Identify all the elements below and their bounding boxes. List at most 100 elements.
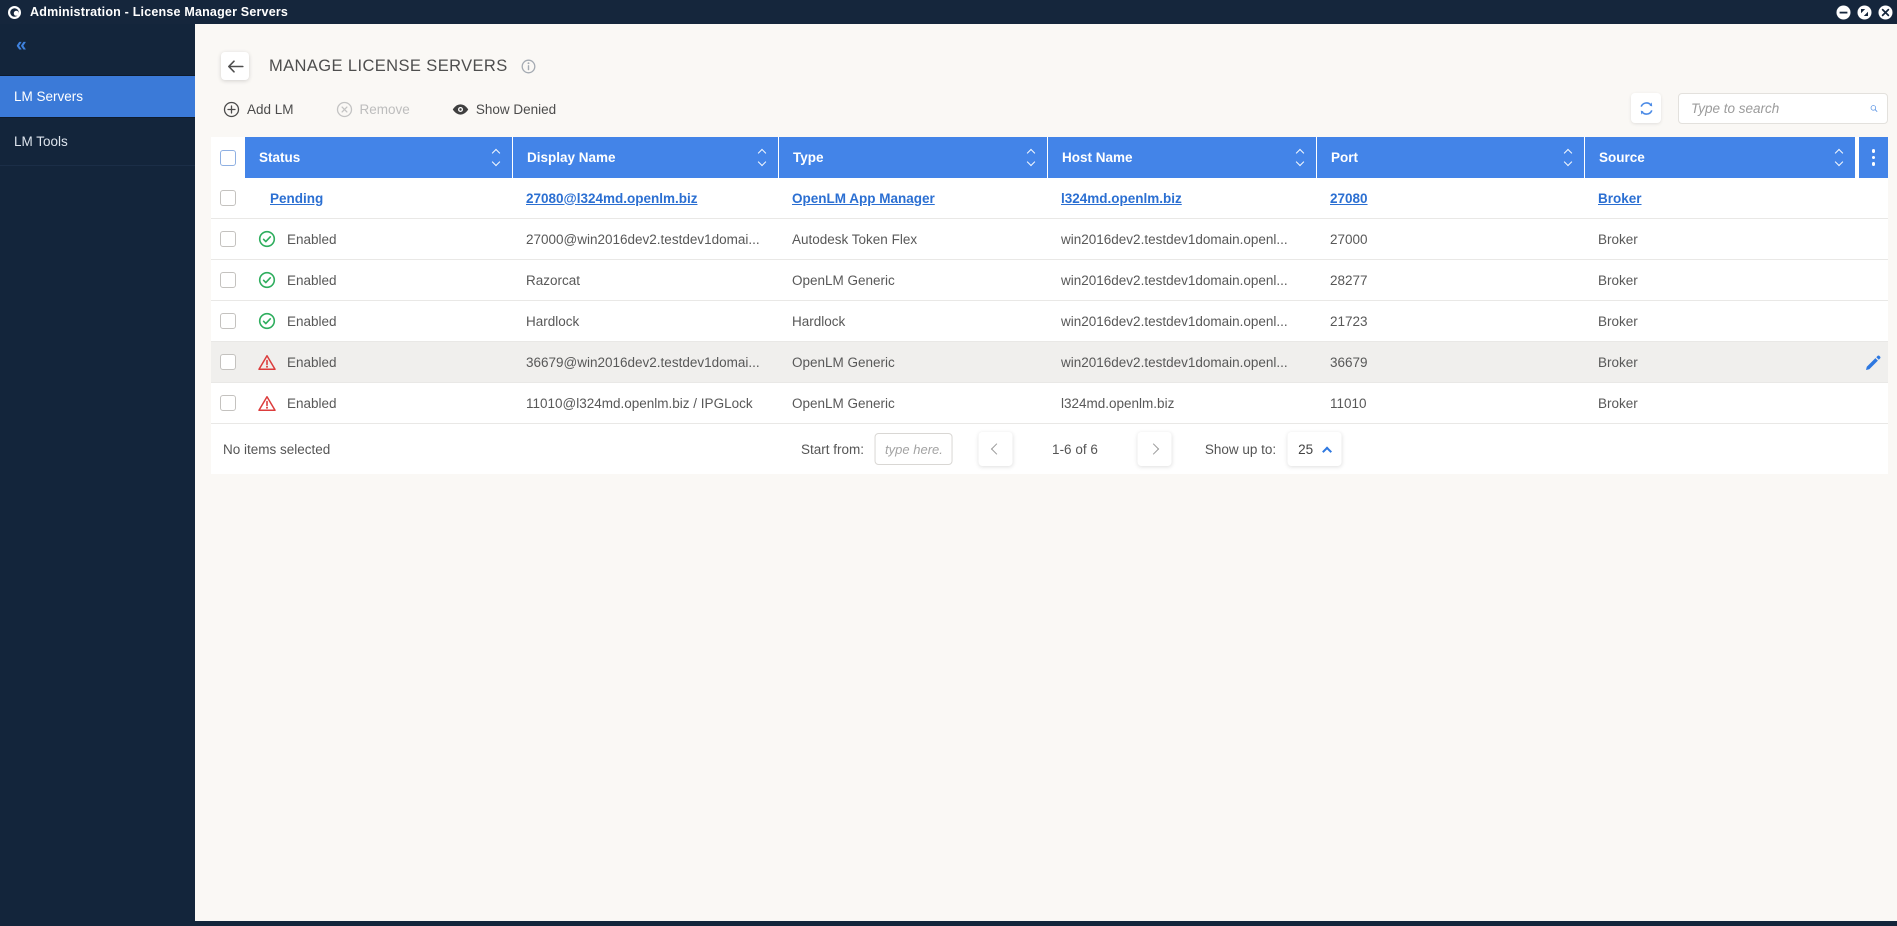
type-cell: Hardlock (778, 301, 1047, 341)
table-row[interactable]: Enabled Razorcat OpenLM Generic win2016dev2… (211, 260, 1888, 301)
sidebar-item-label: LM Servers (14, 89, 84, 104)
add-lm-button[interactable]: Add LM (223, 101, 294, 118)
search-area (1631, 92, 1888, 124)
host-name-cell: l324md.openlm.biz (1047, 178, 1316, 218)
sidebar-item-lm-tools[interactable]: LM Tools (0, 118, 195, 166)
status-cell: Pending (244, 178, 512, 218)
sidebar-item-lm-servers[interactable]: LM Servers (0, 75, 195, 118)
source-cell: Broker (1584, 301, 1858, 341)
chevron-up-icon (1321, 446, 1332, 456)
port-cell: 27080 (1316, 178, 1584, 218)
type-text: OpenLM Generic (792, 395, 895, 411)
page-size-select[interactable]: 25 (1287, 432, 1342, 466)
next-page-button[interactable] (1137, 432, 1172, 466)
table-row[interactable]: Enabled 36679@win2016dev2.testdev1domai..… (211, 342, 1888, 383)
sort-icon[interactable] (1026, 148, 1036, 167)
chevron-left-icon (990, 443, 1003, 455)
port-text: 21723 (1330, 313, 1368, 329)
main-content: MANAGE LICENSE SERVERS Add LM Remove Sho… (195, 24, 1897, 921)
status-cell: Enabled (244, 219, 512, 259)
host-name-text: l324md.openlm.biz (1061, 395, 1175, 411)
display-name-cell: 11010@l324md.openlm.biz / IPGLock (512, 383, 778, 423)
row-actions-cell (1858, 260, 1888, 300)
table-row[interactable]: Pending 27080@l324md.openlm.biz OpenLM App… (211, 178, 1888, 219)
search-icon[interactable] (1870, 99, 1878, 118)
collapse-sidebar-icon[interactable]: « (16, 36, 27, 55)
refresh-button[interactable] (1631, 93, 1661, 123)
port-text: 27000 (1330, 231, 1368, 247)
port-cell: 28277 (1316, 260, 1584, 300)
host-name-text[interactable]: l324md.openlm.biz (1061, 191, 1182, 206)
start-from-input[interactable] (874, 433, 953, 465)
back-button[interactable] (221, 52, 249, 80)
row-checkbox-cell (211, 260, 244, 300)
sort-icon[interactable] (1563, 148, 1573, 167)
add-icon (223, 101, 240, 117)
source-text[interactable]: Broker (1598, 191, 1642, 206)
row-checkbox[interactable] (219, 354, 236, 370)
status-text: Enabled (287, 354, 337, 370)
status-ok-icon (258, 230, 276, 248)
port-cell: 21723 (1316, 301, 1584, 341)
source-text: Broker (1598, 313, 1638, 329)
table-row[interactable]: Enabled Hardlock Hardlock win2016dev2.testd… (211, 301, 1888, 342)
status-text[interactable]: Pending (270, 191, 323, 206)
row-checkbox-cell (211, 178, 244, 218)
row-checkbox[interactable] (219, 395, 236, 411)
display-name-text[interactable]: 27080@l324md.openlm.biz (526, 191, 697, 206)
status-warning-icon (258, 395, 276, 411)
column-header-display-name[interactable]: Display Name (512, 137, 778, 178)
row-checkbox[interactable] (219, 313, 236, 329)
display-name-text: 11010@l324md.openlm.biz / IPGLock (526, 395, 753, 411)
port-text[interactable]: 27080 (1330, 191, 1368, 206)
servers-table: Status Display Name Type Host Name Port … (211, 137, 1888, 474)
select-all-checkbox[interactable] (219, 149, 236, 166)
row-checkbox[interactable] (219, 190, 236, 206)
row-checkbox[interactable] (219, 272, 236, 288)
status-warning-icon (258, 354, 276, 370)
row-checkbox-cell (211, 219, 244, 259)
status-cell: Enabled (244, 342, 512, 382)
maximize-icon[interactable] (1857, 5, 1872, 20)
edit-icon[interactable] (1865, 354, 1882, 371)
column-header-source[interactable]: Source (1584, 137, 1855, 178)
row-checkbox-cell (211, 383, 244, 423)
sort-icon[interactable] (1834, 148, 1844, 167)
host-name-cell: l324md.openlm.biz (1047, 383, 1316, 423)
source-text: Broker (1598, 395, 1638, 411)
port-text: 36679 (1330, 354, 1368, 370)
minimize-icon[interactable] (1836, 5, 1851, 20)
search-input[interactable] (1691, 100, 1870, 116)
column-header-type[interactable]: Type (778, 137, 1047, 178)
window-bottom-edge (0, 921, 1897, 926)
previous-page-button[interactable] (978, 432, 1013, 466)
remove-icon (336, 101, 352, 117)
close-icon[interactable] (1878, 5, 1893, 20)
type-text[interactable]: OpenLM App Manager (792, 191, 935, 206)
table-row[interactable]: Enabled 11010@l324md.openlm.biz / IPGLock… (211, 383, 1888, 424)
display-name-cell: Hardlock (512, 301, 778, 341)
display-name-cell: 27000@win2016dev2.testdev1domai... (512, 219, 778, 259)
info-icon[interactable] (521, 59, 536, 74)
port-cell: 11010 (1316, 383, 1584, 423)
sort-icon[interactable] (491, 148, 501, 167)
sort-icon[interactable] (757, 148, 767, 167)
window-title: Administration - License Manager Servers (30, 5, 289, 19)
status-text: Enabled (287, 231, 337, 247)
table-row[interactable]: Enabled 27000@win2016dev2.testdev1domai..… (211, 219, 1888, 260)
row-actions-cell (1858, 219, 1888, 259)
show-denied-button[interactable]: Show Denied (452, 102, 556, 117)
column-header-host-name[interactable]: Host Name (1047, 137, 1316, 178)
sort-icon[interactable] (1295, 148, 1305, 167)
column-menu-button[interactable] (1858, 137, 1888, 178)
row-checkbox[interactable] (219, 231, 236, 247)
column-header-port[interactable]: Port (1316, 137, 1584, 178)
host-name-cell: win2016dev2.testdev1domain.openl... (1047, 219, 1316, 259)
table-footer: No items selected Start from: 1-6 of 6 S… (211, 424, 1888, 474)
status-text: Enabled (287, 395, 337, 411)
app-logo-icon (7, 5, 22, 20)
column-header-status[interactable]: Status (244, 137, 512, 178)
source-text: Broker (1598, 272, 1638, 288)
remove-button[interactable]: Remove (336, 101, 410, 118)
eye-icon (452, 103, 469, 115)
